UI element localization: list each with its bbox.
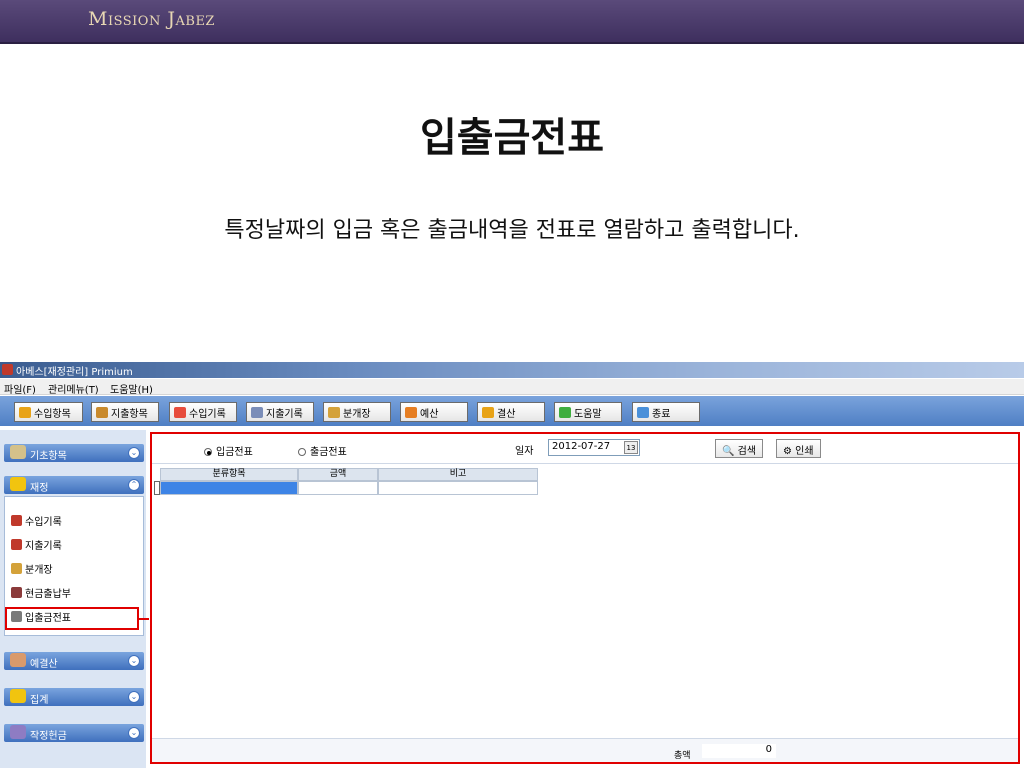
coins-icon: [10, 477, 26, 491]
toolbar-exit-button[interactable]: 종료: [632, 402, 700, 422]
slide-title: 입출금전표: [420, 115, 604, 161]
coins-icon: [11, 563, 22, 574]
grid-cell-category[interactable]: [160, 481, 298, 495]
toolbar-income-items-button[interactable]: 수입항목: [14, 402, 83, 422]
chevron-down-icon[interactable]: ⌄: [128, 727, 140, 739]
sidebar-item-income-record[interactable]: 수입기록: [11, 513, 62, 528]
pencil-icon: [174, 406, 186, 418]
slide-header: Mission Jabez: [0, 0, 1024, 44]
chevron-down-icon[interactable]: ⌄: [128, 447, 140, 459]
search-button[interactable]: 🔍 검색: [715, 439, 764, 458]
grid-column-header-note[interactable]: 비고: [378, 468, 538, 481]
total-label: 총액: [674, 751, 691, 761]
toolbar: 수입항목 지출항목 수입기록 지출기록 분개장 예산 결산 도움말 종료: [0, 396, 1024, 426]
sidebar-section-summary[interactable]: 집계 ⌄: [4, 688, 144, 706]
sidebar-section-budget[interactable]: 예결산 ⌄: [4, 652, 144, 670]
grid-cell-note[interactable]: [378, 481, 538, 495]
chevron-down-icon[interactable]: ⌄: [128, 691, 140, 703]
gift-icon: [10, 725, 26, 739]
search-icon: 🔍: [722, 446, 735, 457]
date-label: 일자: [515, 446, 534, 457]
edit-icon: [11, 539, 22, 550]
highlight-voucher-item: [5, 607, 139, 630]
tag-icon: [96, 406, 108, 418]
toolbar-budget-button[interactable]: 예산: [400, 402, 468, 422]
grid-column-header-amount[interactable]: 금액: [298, 468, 378, 481]
sidebar: 기초항목 ⌄ 재정 ⌃ 수입기록 지출기록 분개장 현금출납부 입출금전표 예결…: [0, 430, 146, 768]
menu-manage[interactable]: 관리메뉴(T): [48, 381, 99, 396]
toolbar-settlement-button[interactable]: 결산: [477, 402, 545, 422]
sidebar-section-basic[interactable]: 기초항목 ⌄: [4, 444, 144, 462]
chevron-down-icon[interactable]: ⌄: [128, 655, 140, 667]
window-titlebar: 아베스[재정관리] Primium: [0, 362, 1024, 378]
coins-icon: [19, 406, 31, 418]
toolbar-help-button[interactable]: 도움말: [554, 402, 622, 422]
radio-expense-voucher[interactable]: 출금전표: [298, 443, 347, 458]
sidebar-item-journal[interactable]: 분개장: [11, 561, 53, 576]
radio-dot: [298, 448, 306, 456]
window-title: 아베스[재정관리] Primium: [16, 367, 133, 378]
chevron-up-icon[interactable]: ⌃: [128, 479, 140, 491]
bar-chart-icon: [405, 406, 417, 418]
coins-icon: [482, 406, 494, 418]
check-pencil-icon: [251, 406, 263, 418]
stack-icon: [10, 689, 26, 703]
radio-income-voucher[interactable]: 입금전표: [204, 443, 253, 458]
exit-icon: [637, 406, 649, 418]
toolbar-journal-button[interactable]: 분개장: [323, 402, 391, 422]
grid-column-header-category[interactable]: 분류항목: [160, 468, 298, 481]
voucher-controls: 입금전표 출금전표 일자 2012-07-27 13 🔍 검색 ⚙ 인쇄: [152, 434, 1018, 464]
toolbar-income-record-button[interactable]: 수입기록: [169, 402, 237, 422]
toolbar-expense-items-button[interactable]: 지출항목: [91, 402, 159, 422]
total-value: 0: [702, 744, 776, 758]
sidebar-section-pledge[interactable]: 작정헌금 ⌄: [4, 724, 144, 742]
brand-title: Mission Jabez: [88, 8, 215, 30]
printer-icon: ⚙: [783, 446, 792, 457]
menu-help[interactable]: 도움말(H): [110, 381, 153, 396]
calendar-button[interactable]: 13: [624, 441, 638, 454]
grid-cell-amount[interactable]: [298, 481, 378, 495]
document-icon: [10, 445, 26, 459]
diamond-icon: [328, 406, 340, 418]
arrow-pointer: [139, 618, 149, 620]
sidebar-item-cashbook[interactable]: 현금출납부: [11, 585, 71, 600]
print-button[interactable]: ⚙ 인쇄: [776, 439, 821, 458]
slide-description: 특정날짜의 입금 혹은 출금내역을 전표로 열람하고 출력합니다.: [224, 218, 800, 243]
voucher-content-panel: 입금전표 출금전표 일자 2012-07-27 13 🔍 검색 ⚙ 인쇄 분류항…: [150, 432, 1020, 764]
safe-icon: [11, 587, 22, 598]
menu-bar: 파일(F) 관리메뉴(T) 도움말(H): [0, 379, 1024, 396]
radio-dot: [204, 448, 212, 456]
book-icon: [10, 653, 26, 667]
toolbar-expense-record-button[interactable]: 지출기록: [246, 402, 314, 422]
sprout-icon: [559, 406, 571, 418]
sidebar-item-expense-record[interactable]: 지출기록: [11, 537, 62, 552]
edit-icon: [11, 515, 22, 526]
sidebar-section-finance[interactable]: 재정 ⌃: [4, 476, 144, 494]
voucher-footer: 총액 0: [152, 738, 1018, 762]
app-icon: [2, 364, 13, 375]
menu-file[interactable]: 파일(F): [4, 381, 36, 396]
